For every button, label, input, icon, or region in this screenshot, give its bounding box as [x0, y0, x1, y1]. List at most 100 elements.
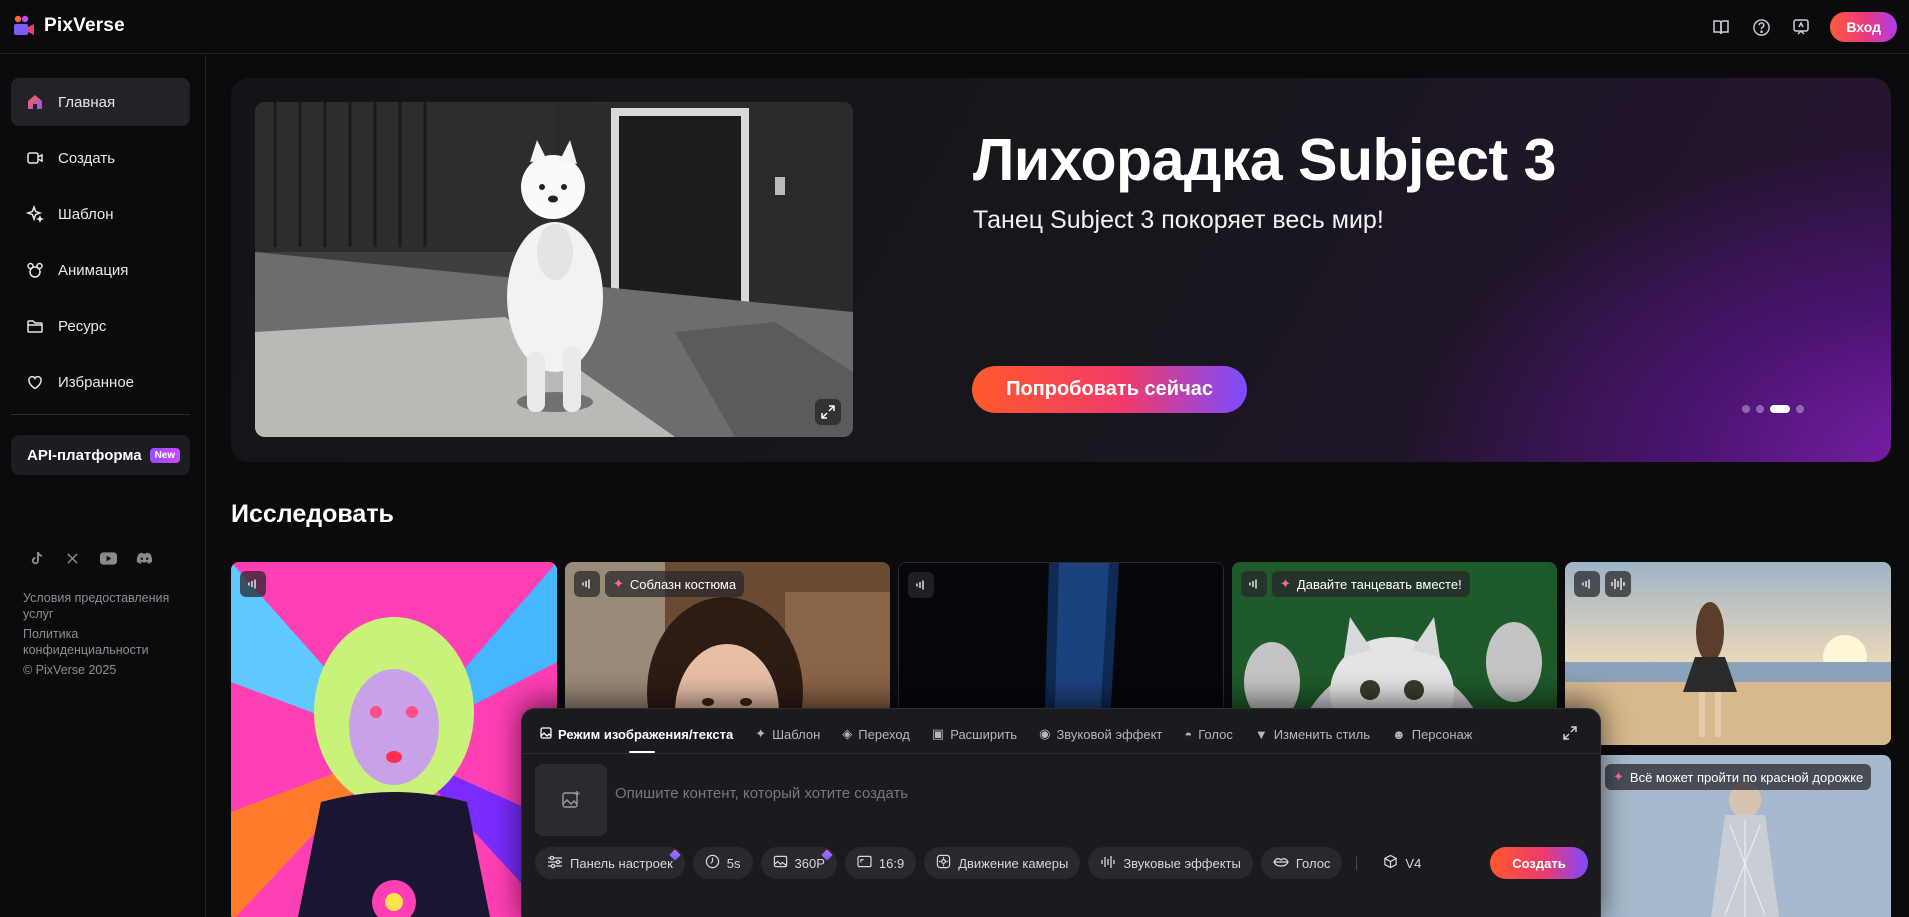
camera-motion-button[interactable]: Движение камеры — [924, 847, 1081, 879]
home-icon — [26, 93, 44, 111]
explore-card[interactable] — [1565, 562, 1891, 745]
tab-transition[interactable]: ◈ Переход — [842, 723, 910, 745]
try-now-button[interactable]: Попробовать сейчас — [972, 366, 1247, 413]
model-label: V4 — [1405, 855, 1422, 871]
tab-restyle[interactable]: ▼ Изменить стиль — [1255, 723, 1370, 745]
tabs-divider — [522, 753, 1600, 754]
sidebar-item-label: Избранное — [58, 373, 135, 391]
composer-tabs: Режим изображения/текста ✦ Шаблон ◈ Пере… — [540, 723, 1473, 745]
logo[interactable]: PixVerse — [12, 14, 125, 38]
explore-title: Исследовать — [231, 500, 394, 528]
tab-template[interactable]: ✦ Шаблон — [755, 723, 820, 745]
app-name: PixVerse — [44, 15, 125, 36]
book-icon[interactable] — [1710, 16, 1732, 38]
sparkle-icon: ✦ — [613, 576, 624, 591]
sparkle-icon: ✦ — [1280, 576, 1291, 591]
tab-label: Шаблон — [772, 726, 821, 742]
copyright-text: © PixVerse 2025 — [23, 663, 117, 677]
x-icon[interactable] — [63, 549, 81, 567]
sound-icon — [1574, 571, 1600, 597]
social-links — [27, 549, 153, 567]
folder-icon — [26, 317, 44, 335]
terms-link[interactable]: Условия предоставления услуг — [23, 590, 193, 622]
heart-icon — [26, 373, 44, 391]
camera-label: Движение камеры — [958, 855, 1069, 871]
upload-image-button[interactable] — [535, 764, 607, 836]
tab-label: Изменить стиль — [1273, 726, 1371, 742]
tab-voice[interactable]: ◓ Голос — [1184, 723, 1232, 745]
tab-label: Режим изображения/текста — [558, 726, 734, 742]
sparkle-icon — [26, 205, 44, 223]
cube-icon — [1383, 854, 1398, 872]
duration-button[interactable]: 5s — [692, 847, 753, 879]
sound-effects-button[interactable]: Звуковые эффекты — [1088, 847, 1253, 879]
card-label: Всё может пройти по красной дорожке — [1629, 769, 1864, 785]
sound-icon — [240, 571, 266, 597]
card-label-chip: ✦ Всё может пройти по красной дорожке — [1605, 764, 1872, 790]
carousel-dot[interactable] — [1796, 405, 1804, 413]
card-label-chip: ✦ Давайте танцевать вместе! — [1272, 571, 1470, 597]
sound-effect-icon: ◉ — [1039, 726, 1051, 741]
voice-button[interactable]: Голос — [1260, 847, 1343, 879]
privacy-link[interactable]: Политика конфиденциальности — [23, 626, 193, 658]
lips-icon — [1273, 856, 1289, 871]
sidebar-item-resource[interactable]: Ресурс — [11, 302, 190, 350]
sidebar-item-label: Главная — [58, 93, 116, 111]
carousel-dot[interactable] — [1756, 405, 1764, 413]
clock-icon — [705, 854, 720, 872]
tab-character[interactable]: ☻ Персонаж — [1392, 723, 1472, 745]
help-icon[interactable] — [1750, 16, 1772, 38]
settings-panel-button[interactable]: Панель настроек — [535, 847, 685, 879]
image-icon — [540, 726, 552, 742]
create-button[interactable]: Создать — [1490, 847, 1588, 879]
sidebar-item-label: Ресурс — [58, 317, 107, 335]
sparkle-icon: ✦ — [755, 726, 767, 741]
tiktok-icon[interactable] — [27, 549, 45, 567]
carousel-dot-active[interactable] — [1770, 405, 1790, 413]
waveform-icon — [1605, 571, 1631, 597]
card-thumbnail — [231, 562, 557, 917]
sidebar-item-home[interactable]: Главная — [11, 78, 190, 126]
quality-button[interactable]: 360P — [760, 847, 837, 879]
transition-icon: ◈ — [842, 726, 853, 741]
discord-icon[interactable] — [135, 549, 153, 567]
image-quality-icon — [773, 854, 788, 872]
tab-label: Персонаж — [1411, 726, 1473, 742]
camera-motion-icon — [936, 854, 951, 872]
sidebar-nav: Главная Создать Шаблон Анимация Ресурс И… — [11, 78, 190, 414]
voice-label: Голос — [1295, 855, 1331, 871]
hero-banner: Лихорадка Subject 3 Танец Subject 3 поко… — [231, 78, 1891, 462]
expand-icon[interactable] — [1560, 723, 1580, 743]
youtube-icon[interactable] — [99, 549, 117, 567]
sidebar-item-animation[interactable]: Анимация — [11, 246, 190, 294]
waveform-icon — [1100, 855, 1116, 872]
tab-sound-effect[interactable]: ◉ Звуковой эффект — [1039, 723, 1162, 745]
top-bar: PixVerse Вход — [0, 0, 1909, 54]
card-label-chip: ✦ Соблазн костюма — [605, 571, 745, 597]
legal-links: Условия предоставления услуг Политика ко… — [23, 590, 193, 682]
login-button[interactable]: Вход — [1830, 12, 1897, 42]
prompt-input[interactable] — [615, 781, 1515, 805]
carousel-dots — [1742, 405, 1804, 413]
model-version-button[interactable]: V4 — [1371, 847, 1433, 879]
tab-label: Расширить — [950, 726, 1018, 742]
feedback-icon[interactable] — [1790, 16, 1812, 38]
tab-extend[interactable]: ▣ Расширить — [932, 723, 1017, 745]
sidebar-item-favorites[interactable]: Избранное — [11, 358, 190, 406]
aspect-ratio-button[interactable]: 16:9 — [844, 847, 917, 879]
explore-card[interactable] — [231, 562, 557, 917]
sliders-icon — [547, 855, 563, 872]
duration-label: 5s — [726, 855, 741, 871]
sound-icon — [574, 571, 600, 597]
sidebar-item-create[interactable]: Создать — [11, 134, 190, 182]
prompt-composer: Режим изображения/текста ✦ Шаблон ◈ Пере… — [521, 708, 1601, 917]
sidebar-item-template[interactable]: Шаблон — [11, 190, 190, 238]
hero-video[interactable] — [255, 102, 853, 437]
expand-icon[interactable] — [815, 399, 841, 425]
tab-image-text-mode[interactable]: Режим изображения/текста — [540, 723, 733, 745]
explore-card[interactable]: ✦ Всё может пройти по красной дорожке — [1565, 755, 1891, 917]
add-image-icon — [562, 791, 580, 808]
header-actions: Вход — [1710, 12, 1897, 42]
carousel-dot[interactable] — [1742, 405, 1750, 413]
api-platform-link[interactable]: API-платформа New — [11, 435, 190, 475]
